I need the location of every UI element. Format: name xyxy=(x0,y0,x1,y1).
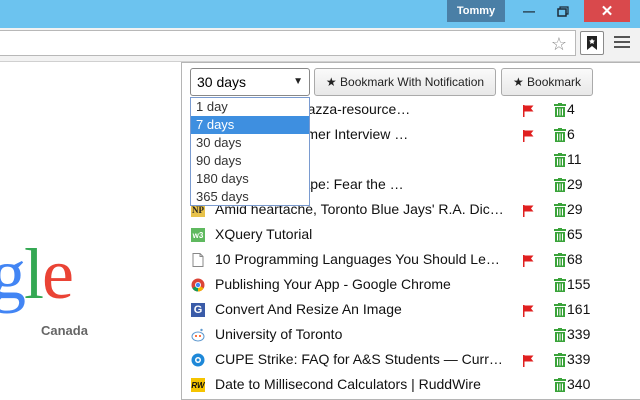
bookmark-row[interactable]: RW Date to Millisecond Calculators | Rudd… xyxy=(182,373,640,398)
flag-icon[interactable] xyxy=(522,254,536,267)
visit-count: 339 xyxy=(567,351,591,367)
trash-icon[interactable] xyxy=(554,303,566,317)
address-bar[interactable]: ☆ xyxy=(0,30,576,56)
visit-count: 161 xyxy=(567,301,591,317)
bookmark-row[interactable]: G Convert And Resize An Image 161 xyxy=(182,298,640,323)
bookmark-button[interactable]: ★ Bookmark xyxy=(501,68,593,96)
visit-count: 339 xyxy=(567,326,591,342)
bookmark-row[interactable]: CUPE Strike: FAQ for A&S Students — Curr… xyxy=(182,348,640,373)
maximize-icon xyxy=(557,5,569,17)
bookmark-extension-icon[interactable] xyxy=(580,31,604,55)
flag-icon[interactable] xyxy=(522,129,536,142)
period-option[interactable]: 7 days xyxy=(191,116,309,134)
flag-icon[interactable] xyxy=(522,204,536,217)
visit-count: 11 xyxy=(567,151,582,167)
flag-icon[interactable] xyxy=(522,304,536,317)
period-select[interactable]: 30 days ▼ xyxy=(190,68,310,96)
flag-icon[interactable] xyxy=(522,354,536,367)
bookmark-with-notification-button[interactable]: ★ Bookmark With Notification xyxy=(314,68,496,96)
bookmark-title[interactable]: 10 Programming Languages You Should Le… xyxy=(215,251,505,267)
period-option[interactable]: 90 days xyxy=(191,152,309,170)
bookmark-row[interactable]: 10 Programming Languages You Should Le… 6… xyxy=(182,248,640,273)
rw-icon: RW xyxy=(191,378,205,392)
bookmark-row[interactable]: Publishing Your App - Google Chrome 155 xyxy=(182,273,640,298)
period-option[interactable]: 180 days xyxy=(191,170,309,188)
visit-count: 155 xyxy=(567,276,591,292)
bookmark-title[interactable]: CUPE Strike: FAQ for A&S Students — Curr… xyxy=(215,351,505,367)
visit-count: 4 xyxy=(567,101,575,117)
star-icon[interactable]: ☆ xyxy=(547,31,571,57)
visit-count: 6 xyxy=(567,126,575,142)
cupe-icon xyxy=(191,353,205,367)
google-country-label: Canada xyxy=(41,323,88,338)
bookmark-title[interactable]: Convert And Resize An Image xyxy=(215,301,505,317)
document-icon xyxy=(191,253,205,267)
browser-toolbar: ☆ xyxy=(0,28,640,62)
visit-count: 340 xyxy=(567,376,591,392)
period-option[interactable]: 1 day xyxy=(191,98,309,116)
visit-count: 65 xyxy=(567,226,583,242)
window-titlebar: Tommy — ✕ xyxy=(0,0,640,28)
trash-icon[interactable] xyxy=(554,378,566,392)
trash-icon[interactable] xyxy=(554,328,566,342)
close-button[interactable]: ✕ xyxy=(584,0,630,22)
profile-button[interactable]: Tommy xyxy=(447,0,505,22)
g-icon: G xyxy=(191,303,205,317)
trash-icon[interactable] xyxy=(554,203,566,217)
trash-icon[interactable] xyxy=(554,153,566,167)
visit-count: 29 xyxy=(567,176,583,192)
trash-icon[interactable] xyxy=(554,228,566,242)
bookmark-row[interactable]: w3 XQuery Tutorial 65 xyxy=(182,223,640,248)
bookmark-title[interactable]: Date to Millisecond Calculators | RuddWi… xyxy=(215,376,505,392)
period-dropdown: 1 day 7 days 30 days 90 days 180 days 365 day… xyxy=(190,97,310,206)
reddit-icon xyxy=(191,328,205,342)
bookmark-title[interactable]: University of Toronto xyxy=(215,326,505,342)
flag-icon[interactable] xyxy=(522,104,536,117)
dropdown-arrow-icon: ▼ xyxy=(293,76,303,87)
minimize-icon: — xyxy=(523,4,535,18)
trash-icon[interactable] xyxy=(554,178,566,192)
period-select-value: 30 days xyxy=(197,74,247,90)
visit-count: 29 xyxy=(567,201,583,217)
bookmark-row[interactable]: University of Toronto 339 xyxy=(182,323,640,348)
google-logo: gle xyxy=(0,234,74,314)
minimize-button[interactable]: — xyxy=(512,0,546,22)
chrome-icon xyxy=(191,278,205,292)
trash-icon[interactable] xyxy=(554,128,566,142)
close-icon: ✕ xyxy=(600,3,614,20)
period-option[interactable]: 30 days xyxy=(191,134,309,152)
trash-icon[interactable] xyxy=(554,253,566,267)
bookmark-title[interactable]: XQuery Tutorial xyxy=(215,226,505,242)
bookmark-glyph-icon xyxy=(587,36,597,50)
bookmark-title[interactable]: Publishing Your App - Google Chrome xyxy=(215,276,505,292)
w3-icon: w3 xyxy=(191,228,205,242)
hamburger-icon[interactable] xyxy=(614,34,630,50)
trash-icon[interactable] xyxy=(554,103,566,117)
period-option[interactable]: 365 days xyxy=(191,188,309,206)
maximize-button[interactable] xyxy=(546,0,580,22)
trash-icon[interactable] xyxy=(554,353,566,367)
visit-count: 68 xyxy=(567,251,583,267)
trash-icon[interactable] xyxy=(554,278,566,292)
